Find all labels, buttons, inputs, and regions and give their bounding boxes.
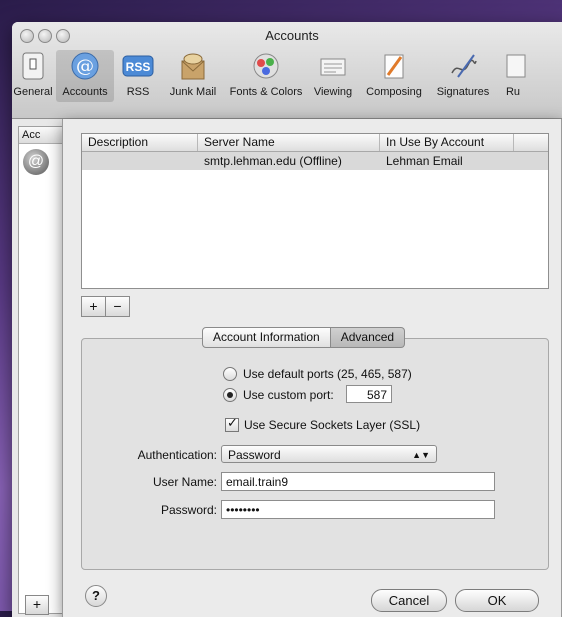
custom-port-field[interactable]: 587: [346, 385, 392, 403]
tab-account-information[interactable]: Account Information: [202, 327, 331, 348]
help-button[interactable]: ?: [85, 585, 107, 607]
general-switch-icon: [17, 50, 49, 82]
custom-port-option[interactable]: Use custom port:: [223, 388, 334, 402]
toolbar-fonts-colors[interactable]: Fonts & Colors: [226, 50, 306, 98]
add-account-button[interactable]: +: [25, 595, 49, 615]
add-server-button[interactable]: +: [81, 296, 106, 317]
username-label: User Name:: [152, 475, 217, 489]
toolbar-viewing-label: Viewing: [313, 86, 353, 98]
composing-icon: [378, 50, 410, 82]
toolbar-junk-mail-label: Junk Mail: [169, 86, 217, 98]
toolbar-viewing[interactable]: Viewing: [308, 50, 358, 98]
table-header-row: Description Server Name In Use By Accoun…: [82, 134, 548, 152]
ssl-checkbox[interactable]: ✓: [225, 415, 239, 432]
signatures-pen-icon: [447, 50, 479, 82]
cell-description: [82, 152, 88, 170]
toolbar-rules-label: Ru: [505, 86, 521, 98]
rss-badge-icon: RSS: [122, 50, 154, 82]
username-field[interactable]: email.train9: [221, 472, 495, 491]
toolbar-general-label: General: [13, 86, 53, 98]
default-ports-option[interactable]: Use default ports (25, 465, 587): [223, 367, 412, 381]
toolbar-general[interactable]: General: [12, 50, 54, 98]
default-ports-label: Use default ports (25, 465, 587): [243, 367, 412, 381]
ok-button[interactable]: OK: [455, 589, 539, 612]
settings-tabs: Account Information Advanced: [202, 327, 406, 348]
toolbar-junk-mail[interactable]: Junk Mail: [162, 50, 224, 98]
cancel-button[interactable]: Cancel: [371, 589, 447, 612]
password-label: Password:: [160, 503, 217, 517]
preferences-window: Accounts General @ Accounts RSS RSS Junk…: [12, 22, 562, 617]
toolbar-signatures-label: Signatures: [436, 86, 490, 98]
viewing-icon: [317, 50, 349, 82]
custom-port-label: Use custom port:: [243, 388, 334, 402]
rules-icon: [498, 50, 528, 82]
junk-mail-icon: [177, 50, 209, 82]
column-header-server-name[interactable]: Server Name: [198, 134, 380, 151]
ssl-label: Use Secure Sockets Layer (SSL): [244, 418, 421, 432]
accounts-at-icon: @: [69, 50, 101, 82]
smtp-server-table: Description Server Name In Use By Accoun…: [81, 133, 549, 289]
toolbar-fonts-colors-label: Fonts & Colors: [229, 86, 303, 98]
column-header-in-use-by[interactable]: In Use By Account: [380, 134, 514, 151]
toolbar-composing-label: Composing: [366, 86, 422, 98]
tab-advanced[interactable]: Advanced: [330, 327, 406, 348]
svg-text:@: @: [76, 56, 94, 77]
toolbar-accounts-label: Accounts: [62, 86, 108, 98]
toolbar-accounts[interactable]: @ Accounts: [56, 50, 114, 102]
toolbar-rss-label: RSS: [126, 86, 150, 98]
authentication-select[interactable]: Password ▲▼: [221, 445, 437, 463]
toolbar-rules[interactable]: Ru: [498, 50, 528, 98]
column-header-description[interactable]: Description: [82, 134, 198, 151]
account-avatar-icon[interactable]: @: [23, 149, 49, 175]
password-field[interactable]: ••••••••: [221, 500, 495, 519]
cell-server-name: smtp.lehman.edu (Offline): [204, 154, 342, 168]
svg-text:RSS: RSS: [126, 60, 151, 74]
custom-port-radio[interactable]: [223, 388, 237, 402]
preferences-toolbar: General @ Accounts RSS RSS Junk Mail Fon…: [12, 50, 562, 116]
cell-in-use-by: Lehman Email: [386, 154, 463, 168]
smtp-server-sheet: Description Server Name In Use By Accoun…: [62, 119, 562, 617]
table-row[interactable]: smtp.lehman.edu (Offline) Lehman Email: [82, 152, 548, 170]
toolbar-rss[interactable]: RSS RSS: [118, 50, 158, 98]
updown-arrows-icon: ▲▼: [412, 450, 430, 460]
toolbar-signatures[interactable]: Signatures: [430, 50, 496, 98]
remove-server-button[interactable]: −: [105, 296, 130, 317]
window-title: Accounts: [265, 28, 319, 43]
toolbar-composing[interactable]: Composing: [360, 50, 428, 98]
default-ports-radio[interactable]: [223, 367, 237, 381]
fonts-colors-icon: [250, 50, 282, 82]
add-remove-buttons: + −: [81, 296, 130, 317]
title-bar: Accounts General @ Accounts RSS RSS Junk…: [12, 22, 562, 119]
checkmark-icon: ✓: [227, 415, 238, 430]
authentication-value: Password: [228, 448, 281, 462]
authentication-label: Authentication:: [137, 448, 217, 462]
ssl-option[interactable]: ✓ Use Secure Sockets Layer (SSL): [225, 415, 421, 432]
